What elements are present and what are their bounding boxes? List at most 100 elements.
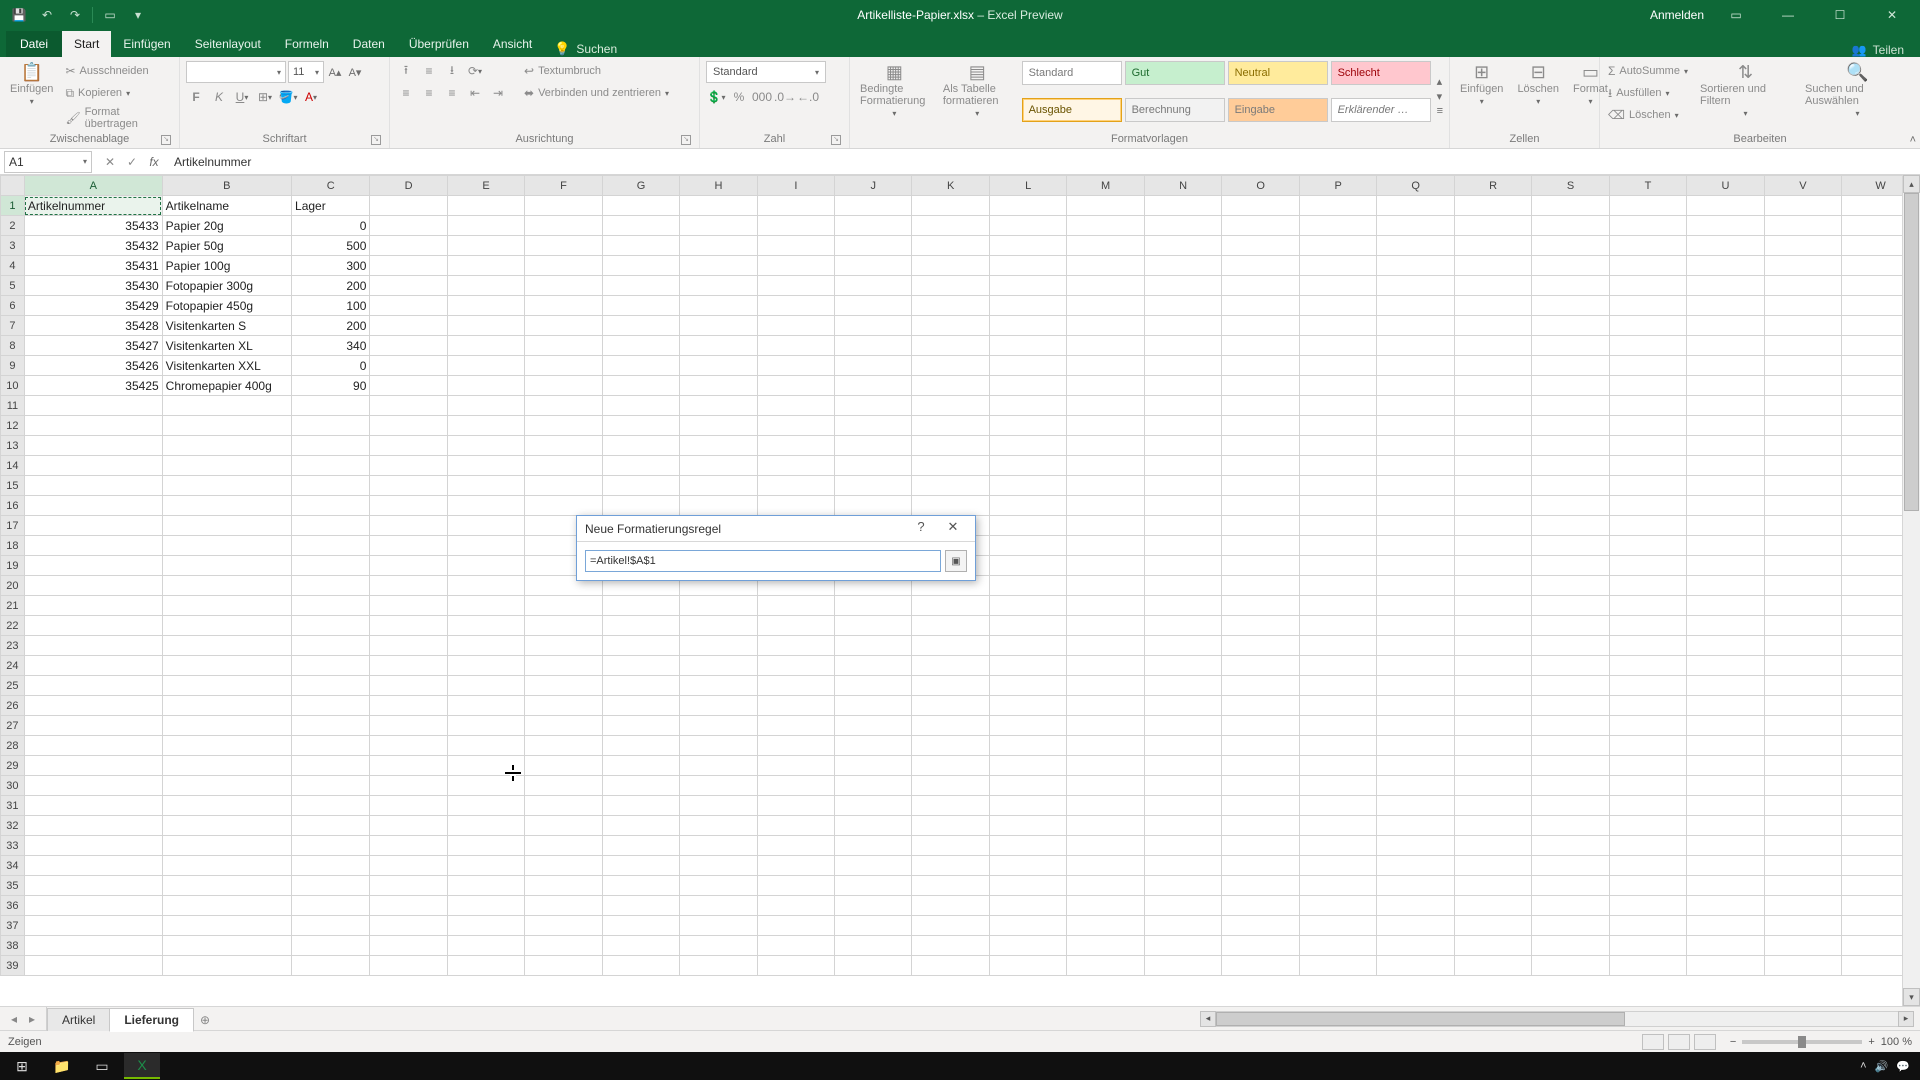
cell-N35[interactable] [1144,876,1221,896]
cell-C37[interactable] [292,916,370,936]
cell-J37[interactable] [835,916,912,936]
cell-G23[interactable] [602,636,680,656]
cell-V28[interactable] [1764,736,1841,756]
cell-F29[interactable] [525,756,602,776]
cell-I29[interactable] [757,756,834,776]
cell-R22[interactable] [1454,616,1531,636]
cell-R38[interactable] [1454,936,1531,956]
cell-N1[interactable] [1144,196,1221,216]
row-header-10[interactable]: 10 [1,376,25,396]
cell-D3[interactable] [370,236,447,256]
cell-J3[interactable] [835,236,912,256]
cell-D15[interactable] [370,476,447,496]
row-header-26[interactable]: 26 [1,696,25,716]
cell-T14[interactable] [1609,456,1686,476]
cell-P37[interactable] [1299,916,1376,936]
cell-J12[interactable] [835,416,912,436]
cell-H16[interactable] [680,496,757,516]
cell-D8[interactable] [370,336,447,356]
cell-C29[interactable] [292,756,370,776]
cell-N16[interactable] [1144,496,1221,516]
cell-Q17[interactable] [1377,516,1455,536]
increase-decimal-icon[interactable]: .0→ [775,87,795,107]
cell-T29[interactable] [1609,756,1686,776]
col-header-G[interactable]: G [602,176,680,196]
cell-C13[interactable] [292,436,370,456]
view-page-layout-icon[interactable] [1668,1034,1690,1050]
cell-T27[interactable] [1609,716,1686,736]
paste-button[interactable]: 📋 Einfügen ▾ [6,61,57,131]
cell-A33[interactable] [24,836,162,856]
autosum-button[interactable]: ΣAutoSumme▾ [1606,61,1690,81]
cell-Q13[interactable] [1377,436,1455,456]
cell-G24[interactable] [602,656,680,676]
cell-T10[interactable] [1609,376,1686,396]
cell-N11[interactable] [1144,396,1221,416]
cell-F15[interactable] [525,476,602,496]
row-header-11[interactable]: 11 [1,396,25,416]
cell-T37[interactable] [1609,916,1686,936]
cell-K27[interactable] [912,716,989,736]
cell-U15[interactable] [1687,476,1764,496]
cell-L20[interactable] [989,576,1066,596]
cell-I3[interactable] [757,236,834,256]
cell-T21[interactable] [1609,596,1686,616]
undo-icon[interactable]: ↶ [36,4,58,26]
cell-F14[interactable] [525,456,602,476]
cell-P10[interactable] [1299,376,1376,396]
tray-notifications-icon[interactable]: 💬 [1896,1060,1910,1073]
cell-D35[interactable] [370,876,447,896]
cell-V5[interactable] [1764,276,1841,296]
cell-N25[interactable] [1144,676,1221,696]
cell-T1[interactable] [1609,196,1686,216]
cell-U3[interactable] [1687,236,1764,256]
zoom-out-icon[interactable]: − [1730,1036,1736,1048]
cell-P35[interactable] [1299,876,1376,896]
cell-G10[interactable] [602,376,680,396]
cell-M19[interactable] [1067,556,1145,576]
cell-J22[interactable] [835,616,912,636]
cell-F28[interactable] [525,736,602,756]
col-header-O[interactable]: O [1222,176,1300,196]
cell-I38[interactable] [757,936,834,956]
cell-T11[interactable] [1609,396,1686,416]
cell-Q22[interactable] [1377,616,1455,636]
cell-D7[interactable] [370,316,447,336]
percent-format-icon[interactable]: % [729,87,749,107]
cell-Q10[interactable] [1377,376,1455,396]
cell-A6[interactable]: 35429 [24,296,162,316]
row-header-20[interactable]: 20 [1,576,25,596]
cell-Q20[interactable] [1377,576,1455,596]
cell-D39[interactable] [370,956,447,976]
cell-F24[interactable] [525,656,602,676]
cell-G16[interactable] [602,496,680,516]
enter-formula-icon[interactable]: ✓ [122,152,142,172]
cell-V30[interactable] [1764,776,1841,796]
row-header-1[interactable]: 1 [1,196,25,216]
cell-L11[interactable] [989,396,1066,416]
cell-T6[interactable] [1609,296,1686,316]
cell-A20[interactable] [24,576,162,596]
view-normal-icon[interactable] [1642,1034,1664,1050]
cell-J4[interactable] [835,256,912,276]
cell-Q24[interactable] [1377,656,1455,676]
cell-F16[interactable] [525,496,602,516]
cell-I35[interactable] [757,876,834,896]
cell-R34[interactable] [1454,856,1531,876]
cell-L9[interactable] [989,356,1066,376]
cell-S11[interactable] [1532,396,1609,416]
cell-U29[interactable] [1687,756,1764,776]
cell-R8[interactable] [1454,336,1531,356]
cell-T15[interactable] [1609,476,1686,496]
cell-L4[interactable] [989,256,1066,276]
cell-K6[interactable] [912,296,989,316]
cell-A29[interactable] [24,756,162,776]
number-format-combo[interactable]: Standard▾ [706,61,826,83]
cell-H23[interactable] [680,636,757,656]
cell-N34[interactable] [1144,856,1221,876]
cell-U8[interactable] [1687,336,1764,356]
cell-E16[interactable] [447,496,524,516]
decrease-decimal-icon[interactable]: ←.0 [798,87,818,107]
row-header-21[interactable]: 21 [1,596,25,616]
cell-N39[interactable] [1144,956,1221,976]
